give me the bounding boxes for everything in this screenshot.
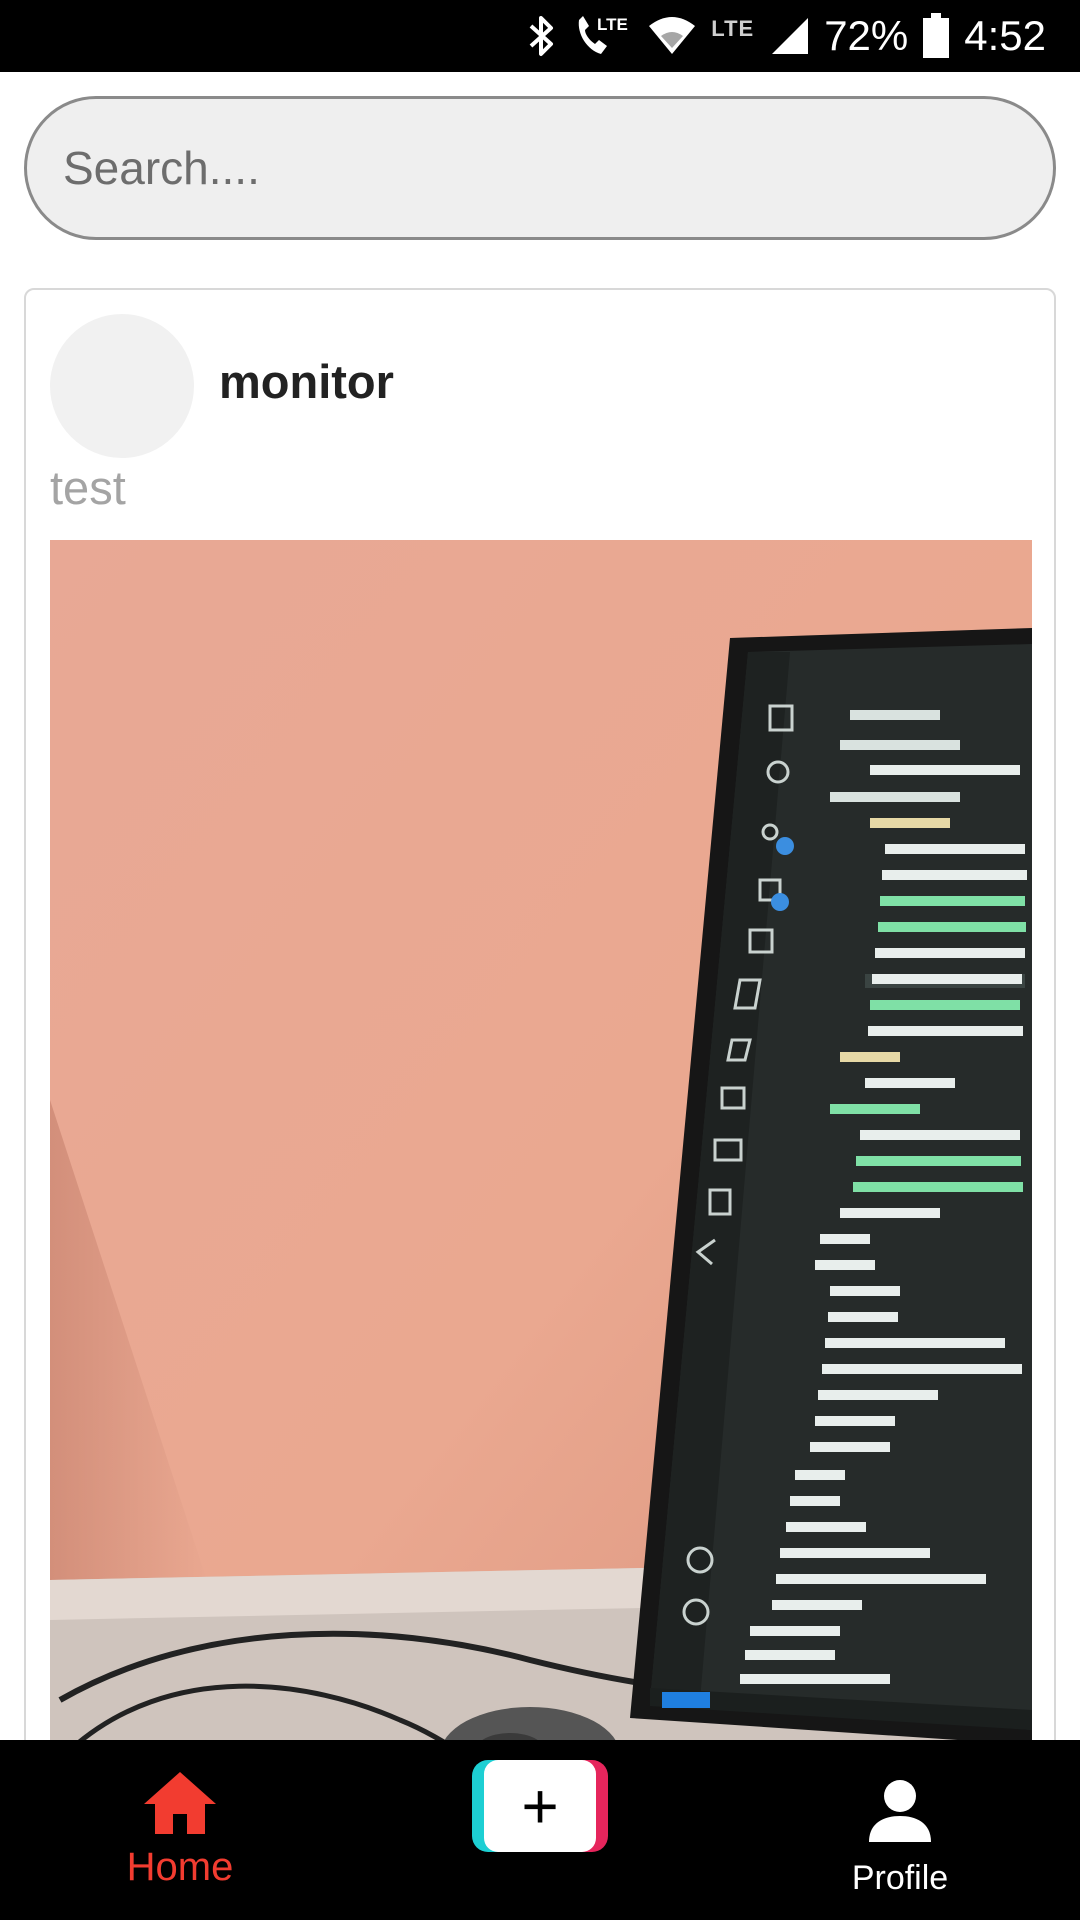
plus-icon: +	[484, 1760, 596, 1852]
person-icon	[867, 1778, 933, 1849]
post-caption: test	[50, 461, 126, 514]
cell-signal-icon	[770, 16, 810, 56]
nav-home-button[interactable]: Home	[90, 1770, 270, 1900]
battery-icon	[922, 13, 950, 59]
secondary-network-label: LTE	[711, 16, 755, 41]
post-card[interactable]: monitor test	[24, 288, 1056, 1788]
status-bar: LTE LTE 72% 4:52	[0, 0, 1080, 72]
add-post-button[interactable]: +	[472, 1760, 608, 1852]
bluetooth-icon	[527, 14, 557, 58]
search-bar[interactable]	[24, 96, 1056, 240]
call-lte-icon: LTE	[571, 12, 633, 60]
clock: 4:52	[964, 12, 1046, 59]
home-icon	[142, 1770, 218, 1841]
post-author[interactable]: monitor	[219, 354, 394, 409]
bottom-nav: Home + Profile	[0, 1740, 1080, 1920]
search-input[interactable]	[61, 140, 1053, 196]
post-image[interactable]	[50, 540, 1032, 1788]
battery-percentage: 72%	[824, 12, 909, 59]
nav-profile-button[interactable]: Profile	[820, 1778, 980, 1908]
avatar[interactable]	[50, 314, 194, 458]
wifi-icon	[647, 14, 697, 58]
nav-profile-label: Profile	[851, 1859, 949, 1897]
nav-home-label: Home	[126, 1845, 234, 1889]
svg-text:LTE: LTE	[597, 15, 628, 34]
